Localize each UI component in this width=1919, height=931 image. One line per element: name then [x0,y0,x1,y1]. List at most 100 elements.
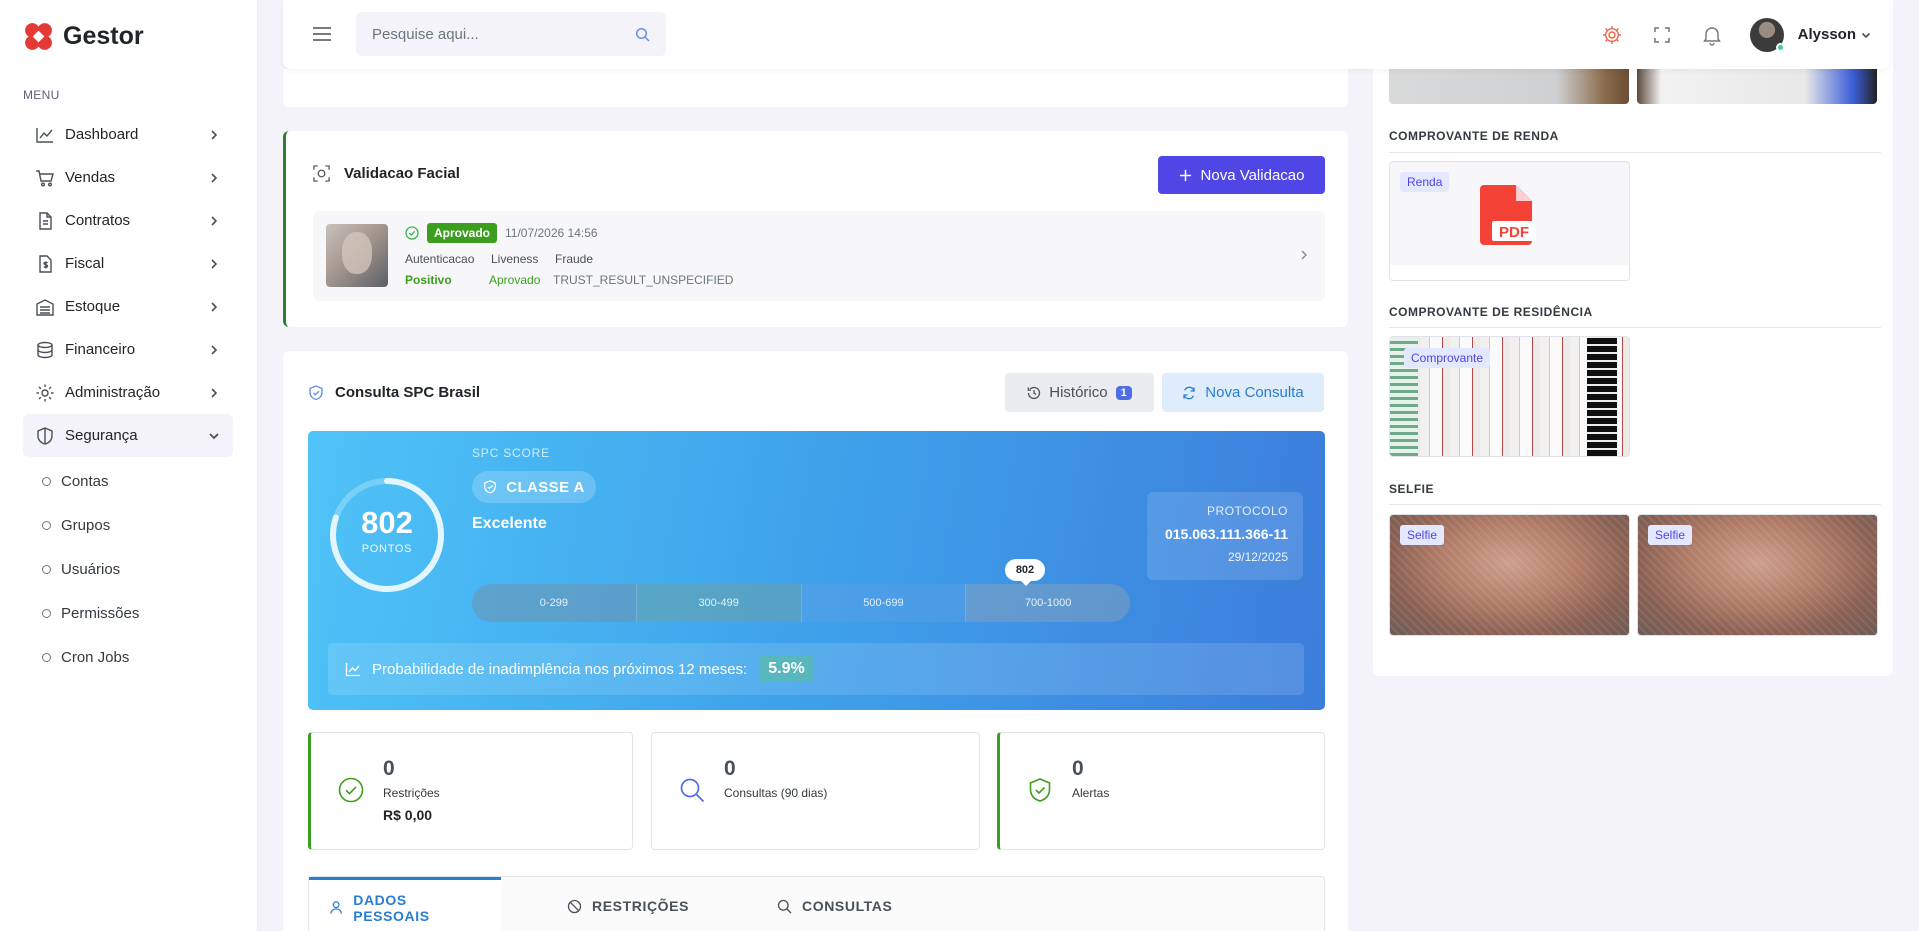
tab-restricoes[interactable]: RESTRIÇÕES [547,877,709,931]
document-tag: Renda [1400,172,1450,192]
income-proof-title: COMPROVANTE DE RENDA [1389,129,1559,143]
history-button[interactable]: Histórico 1 [1005,373,1154,412]
menu-title: MENU [23,88,60,102]
stat-value: 0 [383,757,395,780]
score-class-badge: CLASSE A [472,471,596,503]
fullscreen-icon[interactable] [1650,23,1674,47]
search-input[interactable] [372,25,635,43]
plus-icon [1179,169,1191,181]
stat-label: Consultas (90 dias) [724,786,828,800]
history-label: Histórico [1049,384,1108,401]
sidebar-item-financeiro[interactable]: Financeiro [23,328,233,371]
avatar [1749,17,1785,52]
check-circle-icon [338,777,364,803]
stat-restricoes: 0 Restrições R$ 0,00 [308,732,633,850]
new-validation-button[interactable]: Nova Validacao [1158,156,1325,194]
selfie-thumbnail[interactable]: Selfie [1637,514,1878,636]
facial-status: Aprovado 11/07/2026 14:56 [405,223,598,243]
card-top-remnant [283,69,1348,107]
sidebar-subitem-contas[interactable]: Contas [23,459,233,503]
chevron-right-icon [211,172,218,183]
sidebar-item-dashboard[interactable]: Dashboard [23,113,233,156]
online-status-indicator [1775,42,1785,52]
selfie-title: SELFIE [1389,482,1435,496]
score-label: SPC SCORE [472,446,550,460]
facial-thumbnail [326,224,388,287]
pdf-icon: PDF [1480,185,1536,245]
bell-icon[interactable] [1700,23,1724,47]
chevron-right-icon [211,344,218,355]
logo-icon [25,23,52,50]
label-liveness: Liveness [491,252,539,266]
protocol-number: 015.063.111.366-11 [1164,526,1288,542]
bullet-icon [42,476,51,486]
facial-validation-card: Validacao Facial Nova Validacao Aprovado… [283,131,1348,327]
sidebar-item-vendas[interactable]: Vendas [23,156,233,199]
sidebar-item-contratos[interactable]: Contratos [23,199,233,242]
sidebar-item-label: Dashboard [65,126,139,143]
bullet-icon [42,652,51,662]
gear-icon [36,384,54,401]
warehouse-icon [36,298,54,316]
chevron-right-icon [211,129,218,140]
shield-check-icon [1029,778,1051,802]
chevron-right-icon [211,258,218,269]
bullet-icon [42,520,51,530]
protocol-date: 29/12/2025 [1227,550,1288,564]
stat-value: 0 [724,757,736,780]
topbar: Alysson [283,0,1890,69]
search-bar [356,12,666,56]
face-scan-icon [313,165,330,182]
topbar-actions: Alysson [1600,0,1890,69]
validation-datetime: 11/07/2026 14:56 [505,226,598,240]
check-circle-icon [405,226,419,240]
tab-consultas[interactable]: CONSULTAS [757,877,912,931]
residence-proof-thumbnail[interactable]: Comprovante [1389,336,1630,457]
status-badge: Aprovado [427,223,498,243]
tab-dados-pessoais[interactable]: DADOS PESSOAIS [309,877,501,931]
new-consultation-button[interactable]: Nova Consulta [1162,373,1324,412]
sidebar-item-label: Contratos [65,212,131,229]
protocol-label: PROTOCOLO [1207,504,1288,518]
shield-check-icon [484,480,497,494]
facial-validation-row[interactable]: Aprovado 11/07/2026 14:56 Autenticacao L… [313,211,1325,301]
document-tag: Comprovante [1404,348,1491,368]
hamburger-menu-icon[interactable] [311,24,333,44]
sidebar-item-seguranca[interactable]: Segurança [23,414,233,457]
settings-gear-icon[interactable] [1600,23,1624,47]
income-proof-thumbnail[interactable]: Renda PDF [1389,161,1630,281]
selfie-thumbnail[interactable]: Selfie [1389,514,1630,636]
sidebar-subitem-grupos[interactable]: Grupos [23,503,233,547]
score-ranges: 0-299 300-499 500-699 700-1000 [472,584,1130,622]
history-icon [1027,386,1041,399]
history-count-badge: 1 [1115,385,1132,400]
bullet-icon [42,608,51,618]
tab-label: RESTRIÇÕES [592,898,690,914]
chevron-right-icon [1301,250,1307,260]
sidebar-item-estoque[interactable]: Estoque [23,285,233,328]
sidebar-item-administracao[interactable]: Administração [23,371,233,414]
sidebar-item-fiscal[interactable]: Fiscal [23,242,233,285]
sidebar-subitem-permissoes[interactable]: Permissões [23,591,233,635]
chevron-right-icon [211,215,218,226]
default-probability: Probabilidade de inadimplência nos próxi… [328,643,1304,695]
new-consultation-label: Nova Consulta [1205,384,1304,401]
sidebar-item-label: Administração [65,384,161,401]
chevron-down-icon [209,432,219,439]
search-icon[interactable] [635,27,650,42]
facial-values: Positivo Aprovado TRUST_RESULT_UNSPECIFI… [405,273,733,287]
probability-text: Probabilidade de inadimplência nos próxi… [372,660,748,678]
sidebar-subitem-label: Grupos [61,516,111,534]
chart-line-icon [345,663,360,677]
sidebar-subitem-usuarios[interactable]: Usuários [23,547,233,591]
sidebar-subitem-label: Contas [61,472,109,490]
label-fraude: Fraude [555,252,594,266]
app-logo[interactable]: Gestor [22,20,144,53]
document-tag: Selfie [1400,525,1445,545]
sidebar-submenu: Contas Grupos Usuários Permissões Cron J… [23,459,233,679]
sidebar-subitem-label: Permissões [61,604,140,622]
user-menu[interactable]: Alysson [1749,17,1872,52]
dollar-file-icon [39,254,52,273]
sidebar-subitem-cron-jobs[interactable]: Cron Jobs [23,635,233,679]
chevron-down-icon [1861,32,1871,38]
